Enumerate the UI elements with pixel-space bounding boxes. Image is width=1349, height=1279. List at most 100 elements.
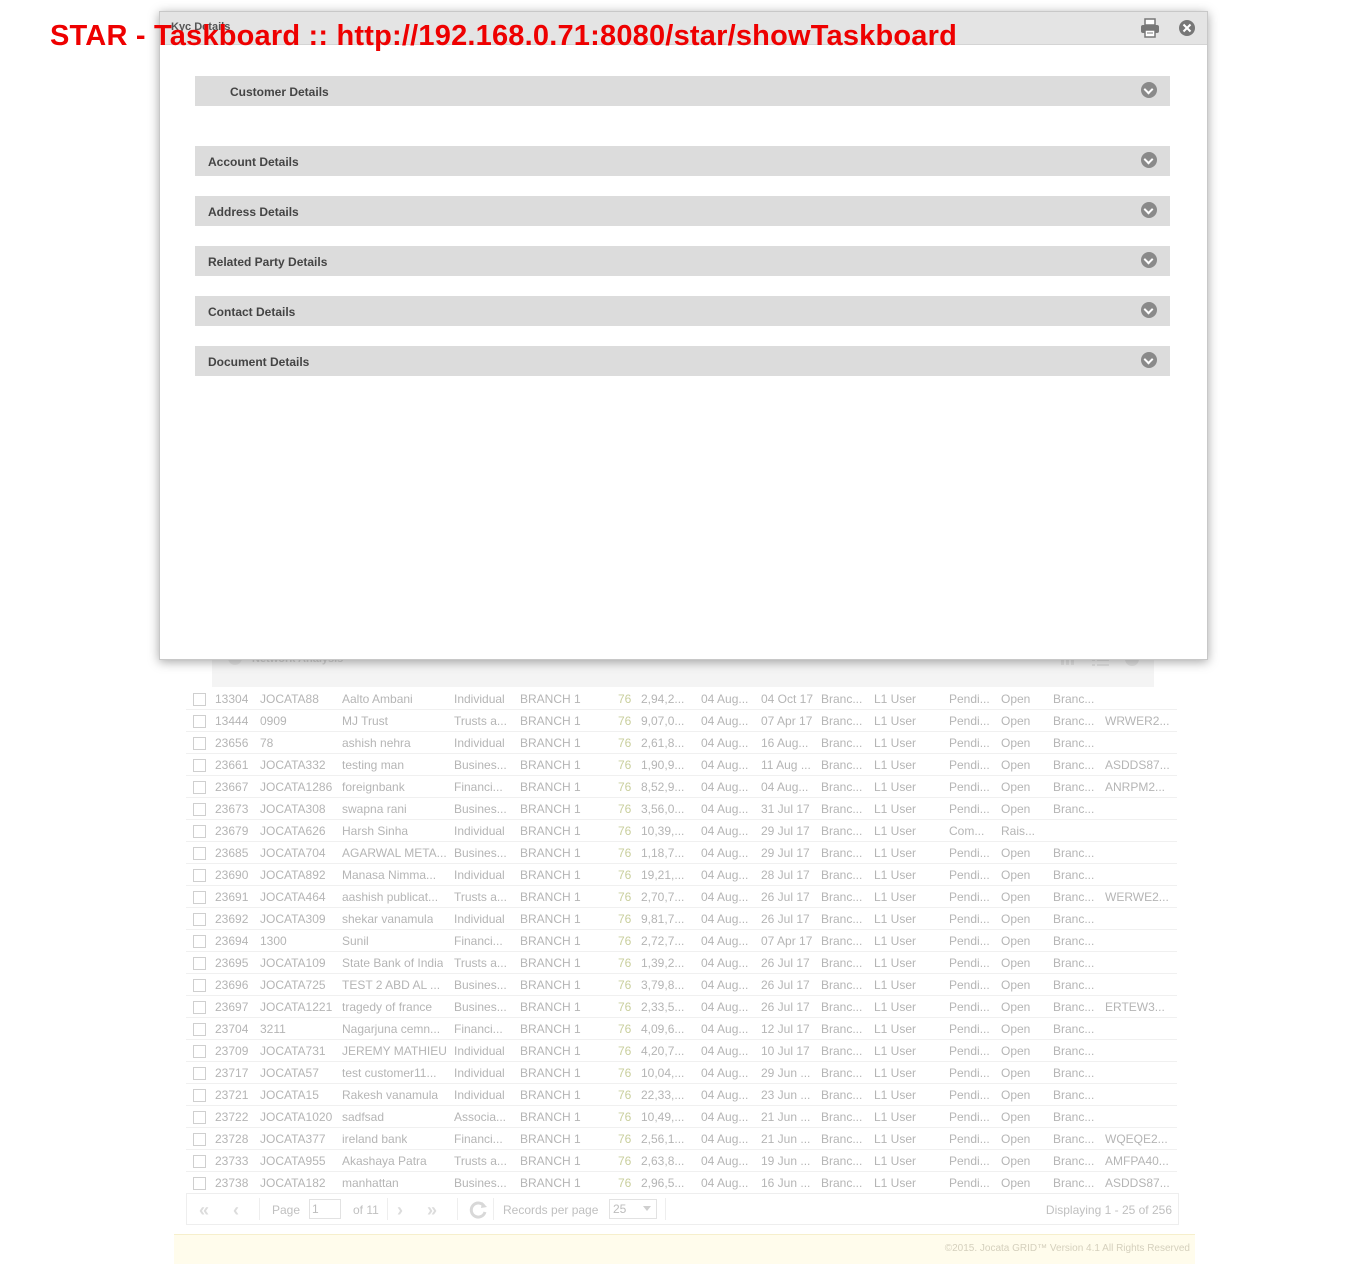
row-checkbox[interactable]	[193, 979, 206, 992]
table-row[interactable]: 23661 JOCATA332 testing man Busines... BRANC…	[186, 754, 1177, 776]
table-cell: ERTEW3...	[1105, 1000, 1165, 1014]
table-row[interactable]: 23679 JOCATA626 Harsh Sinha Individual BRANC…	[186, 820, 1177, 842]
row-checkbox[interactable]	[193, 957, 206, 970]
table-cell: L1 User	[874, 912, 917, 926]
table-cell: Open	[1001, 934, 1031, 948]
table-cell: 76	[618, 1022, 632, 1036]
accordion-document-details[interactable]: Document Details	[195, 346, 1170, 376]
table-row[interactable]: 23656 78 ashish nehra Individual BRANCH 1 76 2…	[186, 732, 1177, 754]
table-cell: Branc...	[1053, 978, 1095, 992]
table-row[interactable]: 23717 JOCATA57 test customer11... Individua…	[186, 1062, 1177, 1084]
table-cell: Pendi...	[949, 978, 990, 992]
accordion-account-details[interactable]: Account Details	[195, 146, 1170, 176]
row-checkbox[interactable]	[193, 1177, 206, 1190]
print-icon[interactable]	[1140, 18, 1160, 38]
table-cell: 04 Aug...	[701, 1044, 749, 1058]
table-cell: 23738	[215, 1176, 249, 1190]
table-cell: Open	[1001, 846, 1031, 860]
table-row[interactable]: 23692 JOCATA309 shekar vanamula Individual B…	[186, 908, 1177, 930]
table-cell: Branc...	[821, 758, 863, 772]
row-checkbox[interactable]	[193, 1001, 206, 1014]
table-cell: JOCATA1020	[260, 1110, 333, 1124]
row-checkbox[interactable]	[193, 1155, 206, 1168]
table-cell: Financi...	[454, 1132, 503, 1146]
chevron-down-icon	[1141, 82, 1157, 98]
row-checkbox[interactable]	[193, 1023, 206, 1036]
first-page-icon[interactable]: «	[199, 1200, 209, 1221]
row-checkbox[interactable]	[193, 1089, 206, 1102]
next-page-icon[interactable]: ›	[397, 1200, 403, 1221]
close-icon[interactable]	[1178, 19, 1196, 37]
table-row[interactable]: 23694 1300 Sunil Financi... BRANCH 1 76 2,72,7…	[186, 930, 1177, 952]
table-cell: 76	[618, 846, 632, 860]
table-cell: 2,94,2...	[641, 692, 685, 706]
row-checkbox[interactable]	[193, 803, 206, 816]
table-row[interactable]: 23696 JOCATA725 TEST 2 ABD AL ... Busines..…	[186, 974, 1177, 996]
accordion-customer-details[interactable]: Customer Details	[195, 76, 1170, 106]
table-row[interactable]: 23721 JOCATA15 Rakesh vanamula Individual BR…	[186, 1084, 1177, 1106]
table-cell: 10,04,...	[641, 1066, 685, 1080]
table-cell: 76	[618, 1110, 632, 1124]
table-row[interactable]: 23704 3211 Nagarjuna cemn... Financi... BRAN…	[186, 1018, 1177, 1040]
page-count: of 11	[353, 1203, 379, 1217]
page-number-input[interactable]	[309, 1199, 341, 1219]
table-cell: L1 User	[874, 868, 917, 882]
accordion-contact-details[interactable]: Contact Details	[195, 296, 1170, 326]
table-row[interactable]: 23690 JOCATA892 Manasa Nimma... Individual B…	[186, 864, 1177, 886]
table-row[interactable]: 23691 JOCATA464 aashish publicat... Trusts …	[186, 886, 1177, 908]
table-row[interactable]: 13304 JOCATA88 Aalto Ambani Individual BRANC…	[186, 688, 1177, 710]
row-checkbox[interactable]	[193, 913, 206, 926]
table-cell: test customer11...	[342, 1066, 437, 1080]
table-cell: 2,72,7...	[641, 934, 685, 948]
row-checkbox[interactable]	[193, 693, 206, 706]
table-cell: Branc...	[821, 956, 863, 970]
row-checkbox[interactable]	[193, 1111, 206, 1124]
table-cell: 76	[618, 868, 632, 882]
table-cell: TEST 2 ABD AL ...	[342, 978, 441, 992]
row-checkbox[interactable]	[193, 891, 206, 904]
table-cell: BRANCH 1	[520, 780, 581, 794]
accordion-address-details[interactable]: Address Details	[195, 196, 1170, 226]
table-cell: Pendi...	[949, 1176, 990, 1190]
row-checkbox[interactable]	[193, 1067, 206, 1080]
table-cell: 04 Aug...	[701, 912, 749, 926]
table-cell: 04 Aug...	[701, 1066, 749, 1080]
row-checkbox[interactable]	[193, 1133, 206, 1146]
table-row[interactable]: 23697 JOCATA1221 tragedy of france Busines.…	[186, 996, 1177, 1018]
table-row[interactable]: 23667 JOCATA1286 foreignbank Financi... BRAN…	[186, 776, 1177, 798]
table-cell: Branc...	[821, 1044, 863, 1058]
row-checkbox[interactable]	[193, 1045, 206, 1058]
table-row[interactable]: 13444 0909 MJ Trust Trusts a... BRANCH 1 76 9,…	[186, 710, 1177, 732]
table-cell: BRANCH 1	[520, 736, 581, 750]
table-row[interactable]: 23695 JOCATA109 State Bank of India Trusts …	[186, 952, 1177, 974]
row-checkbox[interactable]	[193, 737, 206, 750]
table-cell: 76	[618, 978, 632, 992]
table-row[interactable]: 23738 JOCATA182 manhattan Busines... BRANCH …	[186, 1172, 1177, 1194]
records-per-page-select[interactable]: 25	[609, 1199, 657, 1219]
table-cell: 76	[618, 1088, 632, 1102]
row-checkbox[interactable]	[193, 715, 206, 728]
table-cell: 76	[618, 1044, 632, 1058]
row-checkbox[interactable]	[193, 781, 206, 794]
table-cell: L1 User	[874, 714, 917, 728]
last-page-icon[interactable]: »	[427, 1200, 437, 1221]
row-checkbox[interactable]	[193, 847, 206, 860]
table-row[interactable]: 23685 JOCATA704 AGARWAL META... Busines... B…	[186, 842, 1177, 864]
row-checkbox[interactable]	[193, 825, 206, 838]
table-row[interactable]: 23673 JOCATA308 swapna rani Busines... BRANC…	[186, 798, 1177, 820]
table-row[interactable]: 23722 JOCATA1020 sadfsad Associa... BRANCH 1…	[186, 1106, 1177, 1128]
row-checkbox[interactable]	[193, 869, 206, 882]
table-cell: 8,52,9...	[641, 780, 685, 794]
table-cell: WRWER2...	[1105, 714, 1170, 728]
row-checkbox[interactable]	[193, 935, 206, 948]
table-cell: ashish nehra	[342, 736, 411, 750]
accordion-related-party-details[interactable]: Related Party Details	[195, 246, 1170, 276]
prev-page-icon[interactable]: ‹	[233, 1200, 239, 1221]
table-cell: manhattan	[342, 1176, 399, 1190]
table-cell: Branc...	[1053, 692, 1095, 706]
table-row[interactable]: 23733 JOCATA955 Akashaya Patra Trusts a... B…	[186, 1150, 1177, 1172]
table-row[interactable]: 23709 JOCATA731 JEREMY MATHIEU Individual BR…	[186, 1040, 1177, 1062]
row-checkbox[interactable]	[193, 759, 206, 772]
refresh-icon[interactable]	[469, 1200, 489, 1220]
table-row[interactable]: 23728 JOCATA377 ireland bank Financi... BRAN…	[186, 1128, 1177, 1150]
